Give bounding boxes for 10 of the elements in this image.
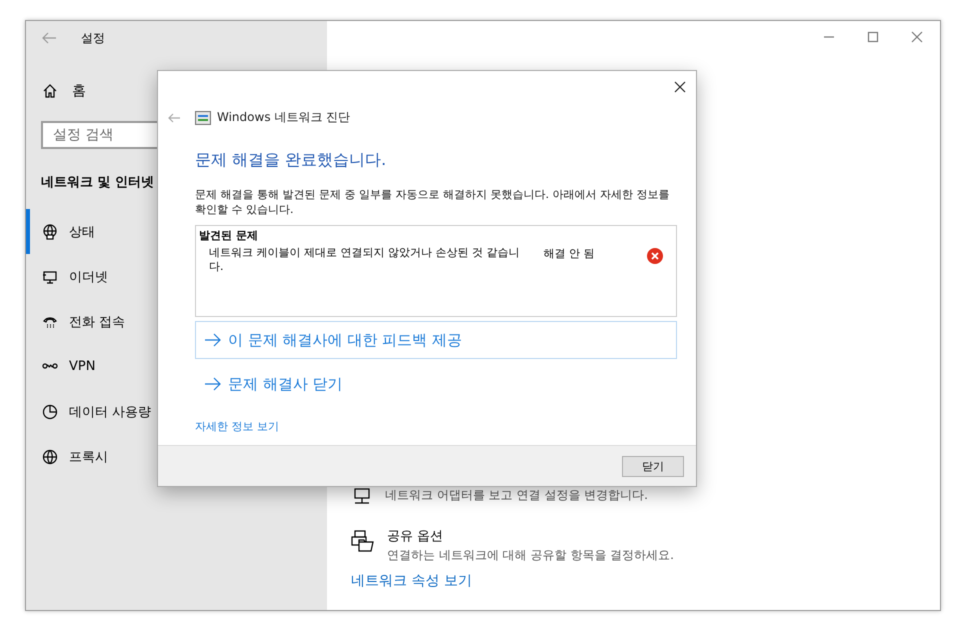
problem-status: 해결 안 됨 xyxy=(544,246,596,261)
window-title: 설정 xyxy=(81,30,105,46)
problem-text: 네트워크 케이블이 제대로 연결되지 않았거나 손상된 것 같습니다. xyxy=(209,246,520,274)
setting-description: 연결하는 네트워크에 대해 공유할 항목을 결정하세요. xyxy=(387,547,674,564)
setting-description: 네트워크 어댑터를 보고 연결 설정을 변경합니다. xyxy=(385,487,648,504)
dialog-title: Windows 네트워크 진단 xyxy=(217,109,350,126)
problems-header: 발견된 문제 xyxy=(199,228,259,243)
dialog-heading: 문제 해결을 완료했습니다. xyxy=(195,150,388,171)
dialog-message: 문제 해결을 통해 발견된 문제 중 일부를 자동으로 해결하지 못했습니다. 아래에서 자세한 정보를 확인할 수 있습니다. xyxy=(195,187,670,217)
section-heading: 네트워크 및 인터넷 xyxy=(41,174,154,191)
